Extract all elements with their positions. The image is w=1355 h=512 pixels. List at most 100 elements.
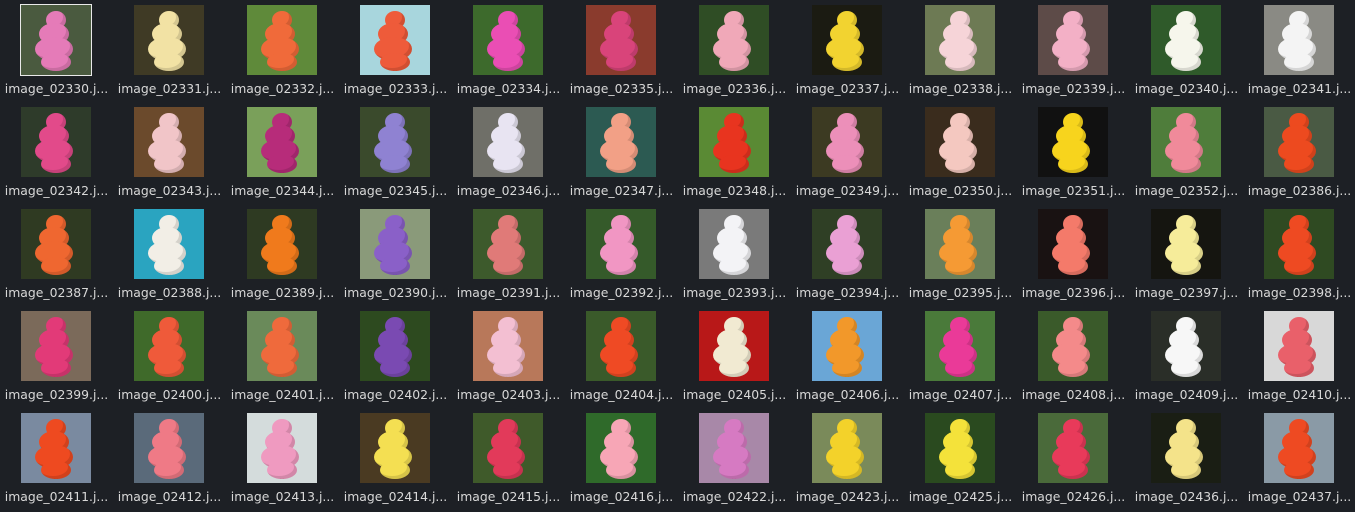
image-thumbnail[interactable] [1038,209,1108,279]
file-item[interactable]: image_02337.j... [791,0,904,102]
file-item[interactable]: image_02411.j... [0,408,113,510]
image-thumbnail[interactable] [812,107,882,177]
file-item[interactable]: image_02413.j... [226,408,339,510]
file-item[interactable]: image_02332.j... [226,0,339,102]
file-item[interactable]: image_02350.j... [904,102,1017,204]
image-thumbnail[interactable] [925,5,995,75]
file-item[interactable]: image_02423.j... [791,408,904,510]
file-item[interactable]: image_02393.j... [678,204,791,306]
file-item[interactable]: image_02339.j... [1017,0,1130,102]
file-item[interactable]: image_02389.j... [226,204,339,306]
image-thumbnail[interactable] [134,107,204,177]
file-item[interactable]: image_02343.j... [113,102,226,204]
file-item[interactable]: image_02391.j... [452,204,565,306]
file-item[interactable]: image_02401.j... [226,306,339,408]
file-item[interactable]: image_02416.j... [565,408,678,510]
file-item[interactable]: image_02395.j... [904,204,1017,306]
image-thumbnail[interactable] [473,5,543,75]
image-thumbnail[interactable] [21,413,91,483]
file-item[interactable]: image_02407.j... [904,306,1017,408]
file-item[interactable]: image_02396.j... [1017,204,1130,306]
file-item[interactable]: image_02386.j... [1243,102,1355,204]
image-thumbnail[interactable] [1151,107,1221,177]
image-thumbnail[interactable] [21,311,91,381]
file-item[interactable]: image_02346.j... [452,102,565,204]
image-thumbnail[interactable] [925,209,995,279]
file-item[interactable]: image_02345.j... [339,102,452,204]
image-thumbnail[interactable] [1264,413,1334,483]
image-thumbnail[interactable] [21,209,91,279]
file-item[interactable]: image_02437.j... [1243,408,1355,510]
file-item[interactable]: image_02387.j... [0,204,113,306]
image-thumbnail[interactable] [586,311,656,381]
image-thumbnail[interactable] [1151,413,1221,483]
file-item[interactable]: image_02344.j... [226,102,339,204]
file-item[interactable]: image_02388.j... [113,204,226,306]
image-thumbnail[interactable] [1264,209,1334,279]
file-item[interactable]: image_02425.j... [904,408,1017,510]
image-thumbnail[interactable] [1038,107,1108,177]
file-item[interactable]: image_02330.j... [0,0,113,102]
image-thumbnail[interactable] [925,413,995,483]
file-item[interactable]: image_02392.j... [565,204,678,306]
image-thumbnail[interactable] [586,5,656,75]
file-item[interactable]: image_02348.j... [678,102,791,204]
file-item[interactable]: image_02334.j... [452,0,565,102]
image-thumbnail[interactable] [247,311,317,381]
image-thumbnail[interactable] [1151,5,1221,75]
file-item[interactable]: image_02349.j... [791,102,904,204]
image-thumbnail[interactable] [699,107,769,177]
image-thumbnail[interactable] [360,209,430,279]
image-thumbnail[interactable] [473,413,543,483]
file-item[interactable]: image_02351.j... [1017,102,1130,204]
image-thumbnail[interactable] [247,413,317,483]
image-thumbnail[interactable] [247,107,317,177]
image-thumbnail[interactable] [699,311,769,381]
file-item[interactable]: image_02331.j... [113,0,226,102]
image-thumbnail[interactable] [473,311,543,381]
file-item[interactable]: image_02398.j... [1243,204,1355,306]
image-thumbnail[interactable] [1038,5,1108,75]
image-thumbnail[interactable] [1038,413,1108,483]
file-item[interactable]: image_02409.j... [1130,306,1243,408]
file-item[interactable]: image_02338.j... [904,0,1017,102]
image-thumbnail[interactable] [1151,311,1221,381]
file-item[interactable]: image_02436.j... [1130,408,1243,510]
file-item[interactable]: image_02426.j... [1017,408,1130,510]
image-thumbnail[interactable] [1264,311,1334,381]
image-thumbnail[interactable] [586,209,656,279]
image-thumbnail[interactable] [699,209,769,279]
file-item[interactable]: image_02410.j... [1243,306,1355,408]
file-item[interactable]: image_02404.j... [565,306,678,408]
file-item[interactable]: image_02333.j... [339,0,452,102]
file-item[interactable]: image_02390.j... [339,204,452,306]
image-thumbnail[interactable] [134,209,204,279]
image-thumbnail[interactable] [812,311,882,381]
file-item[interactable]: image_02415.j... [452,408,565,510]
file-item[interactable]: image_02394.j... [791,204,904,306]
file-item[interactable]: image_02422.j... [678,408,791,510]
file-item[interactable]: image_02336.j... [678,0,791,102]
image-thumbnail[interactable] [1264,107,1334,177]
image-thumbnail[interactable] [586,413,656,483]
image-thumbnail[interactable] [473,209,543,279]
file-item[interactable]: image_02406.j... [791,306,904,408]
file-item[interactable]: image_02405.j... [678,306,791,408]
image-thumbnail[interactable] [21,107,91,177]
image-thumbnail[interactable] [360,5,430,75]
file-item[interactable]: image_02397.j... [1130,204,1243,306]
file-item[interactable]: image_02402.j... [339,306,452,408]
image-thumbnail[interactable] [812,413,882,483]
image-thumbnail[interactable] [925,311,995,381]
file-item[interactable]: image_02412.j... [113,408,226,510]
file-item[interactable]: image_02399.j... [0,306,113,408]
image-thumbnail[interactable] [360,413,430,483]
file-item[interactable]: image_02335.j... [565,0,678,102]
image-thumbnail[interactable] [134,5,204,75]
image-thumbnail[interactable] [699,5,769,75]
file-item[interactable]: image_02400.j... [113,306,226,408]
image-thumbnail[interactable] [360,311,430,381]
image-thumbnail[interactable] [925,107,995,177]
image-thumbnail[interactable] [247,5,317,75]
file-item[interactable]: image_02347.j... [565,102,678,204]
